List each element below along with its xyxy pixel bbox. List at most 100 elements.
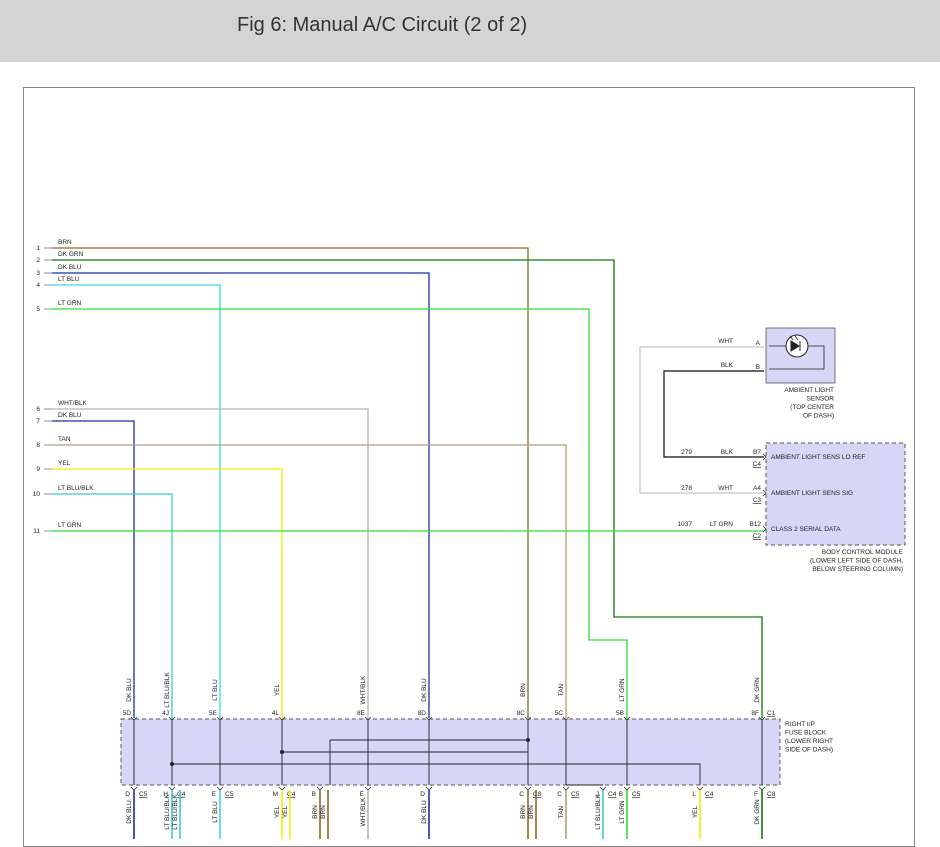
connector-chevron-icon xyxy=(599,786,607,791)
fuse-bottom-pin: E xyxy=(360,791,365,798)
wire-color-label: DK BLU xyxy=(58,412,82,419)
fuse-pin-label: 4L xyxy=(272,710,280,717)
bcm-connector-label: C4 xyxy=(753,461,762,468)
ambient-sensor-name: AMBIENT LIGHT xyxy=(784,387,834,394)
fuse-pin-label: 8E xyxy=(357,710,366,717)
fuse-bottom-connector: C4 xyxy=(608,791,617,798)
bcm-connector-label: C3 xyxy=(753,497,762,504)
fuse-wire-label: LT BLU/BLK xyxy=(164,672,171,708)
wire-blk-279 xyxy=(663,370,764,458)
fuse-wire-label: BRN xyxy=(520,683,527,697)
connector-chevron-icon xyxy=(130,786,138,791)
fuse-out-wire-label: DK BLU xyxy=(421,800,428,824)
fuse-wire-label: YEL xyxy=(274,683,281,696)
bcm-signal-label: AMBIENT LIGHT SENS SIG xyxy=(771,490,853,497)
fuse-pin-label: 5D xyxy=(123,710,132,717)
wire-dk-blu-3 xyxy=(52,272,430,718)
fuse-out-wire-label: BRN xyxy=(320,805,327,819)
wire-color-label: LT GRN xyxy=(58,300,82,307)
wire-number: 7 xyxy=(36,418,40,425)
fuse-out-wire-label: BRN xyxy=(520,805,527,819)
fuse-out-wire-label: YEL xyxy=(282,805,289,818)
bcm-signal-label: AMBIENT LIGHT SENS LO REF xyxy=(771,454,865,461)
fuse-pin-label: 4J xyxy=(162,710,169,717)
bcm-pin-label: B12 xyxy=(749,521,761,528)
connector-chevron-icon xyxy=(623,786,631,791)
bcm-circuit-number: 1037 xyxy=(678,521,693,528)
wire-number: 8 xyxy=(36,442,40,449)
connector-chevron-icon xyxy=(562,786,570,791)
fuse-bottom-connector: C4 xyxy=(287,791,296,798)
fuse-out-wire-label: YEL xyxy=(692,805,699,818)
sensor-pin-label: A xyxy=(756,340,761,347)
fuse-block-name: (LOWER RIGHT xyxy=(785,738,833,745)
fuse-pin-label: 5E xyxy=(209,710,218,717)
fuse-bottom-connector: C4 xyxy=(705,791,714,798)
wire-dk-grn-2 xyxy=(52,259,763,718)
fuse-wire-label: LT GRN xyxy=(619,678,626,702)
fuse-bottom-pin: F xyxy=(754,791,758,798)
fuse-connector-label: C1 xyxy=(767,710,776,717)
bcm-name: (LOWER LEFT SIDE OF DASH, xyxy=(810,558,903,565)
wire-color-label: WHT/BLK xyxy=(58,400,88,407)
fuse-out-wire-label: LT BLU xyxy=(212,801,219,823)
bcm-circuit-number: 278 xyxy=(681,485,692,492)
fuse-bottom-pin: D xyxy=(125,791,130,798)
ambient-sensor-name: SENSOR xyxy=(807,396,835,403)
fuse-wire-label: TAN xyxy=(558,683,565,696)
fuse-wire-label: DK BLU xyxy=(126,678,133,702)
fuse-out-wire-label: LT GRN xyxy=(619,800,626,824)
fuse-bottom-connector: C5 xyxy=(225,791,234,798)
fuse-pin-label: 8C xyxy=(517,710,526,717)
wire-wht-278 xyxy=(639,346,764,494)
bcm-signal-label: CLASS 2 SERIAL DATA xyxy=(771,526,841,533)
connector-chevron-icon xyxy=(524,786,532,791)
sensor-wire-label: WHT xyxy=(718,338,733,345)
sensor-wire-label: BLK xyxy=(721,362,734,369)
fuse-wire-label: DK GRN xyxy=(754,677,761,703)
wire-number: 10 xyxy=(33,491,41,498)
fuse-wire-label: DK BLU xyxy=(421,678,428,702)
bcm-wire-label: BLK xyxy=(721,449,734,456)
wire-wht-blk-6 xyxy=(52,408,369,718)
fuse-out-wire-label: LT BLU/BLK xyxy=(172,794,179,830)
bcm-circuit-number: 279 xyxy=(681,449,692,456)
wire-number: 3 xyxy=(36,270,40,277)
wire-color-label: LT BLU/BLK xyxy=(58,485,94,492)
ambient-sensor-name: OF DASH) xyxy=(803,413,834,420)
fuse-bottom-connector: C5 xyxy=(632,791,641,798)
wire-number: 11 xyxy=(33,528,40,535)
fuse-block-name: SIDE OF DASH) xyxy=(785,747,833,754)
wire-color-label: BRN xyxy=(58,239,72,246)
wire-tan-8 xyxy=(52,444,567,718)
wire-number: 2 xyxy=(36,257,40,264)
wire-color-label: TAN xyxy=(58,436,71,443)
bcm-name: BELOW STEERING COLUMN) xyxy=(812,566,903,573)
ambient-sensor-name: (TOP CENTER xyxy=(790,404,834,411)
fuse-bottom-pin: E xyxy=(212,791,217,798)
fuse-bottom-pin: L xyxy=(692,791,696,798)
fuse-bottom-pin: B xyxy=(312,791,316,798)
wire-lt-grn-5 xyxy=(52,308,628,718)
wire-color-label: LT GRN xyxy=(58,522,82,529)
fuse-bottom-pin: C xyxy=(519,791,524,798)
wire-brn-1 xyxy=(52,247,529,718)
bcm-pin-label: B7 xyxy=(753,449,761,456)
connector-chevron-icon xyxy=(696,786,704,791)
fuse-pin-label: 8F xyxy=(751,710,759,717)
connector-chevron-icon xyxy=(425,786,433,791)
fuse-block-name: FUSE BLOCK xyxy=(785,730,827,737)
fuse-pin-label: 8D xyxy=(418,710,427,717)
bcm-pin-label: A4 xyxy=(753,485,761,492)
fuse-pin-label: 5B xyxy=(616,710,624,717)
connector-chevron-icon xyxy=(364,786,372,791)
wire-number: 1 xyxy=(36,245,40,252)
fuse-bottom-connector: C5 xyxy=(139,791,148,798)
bcm-connector-label: C2 xyxy=(753,533,762,540)
fuse-pin-label: 5C xyxy=(555,710,564,717)
bcm-name: BODY CONTROL MODULE xyxy=(822,549,904,556)
fuse-wire-label: LT BLU xyxy=(212,679,219,701)
fuse-out-wire-label: BRN xyxy=(312,805,319,819)
fuse-wire-label: WHT/BLK xyxy=(360,675,367,705)
connector-chevron-icon xyxy=(758,786,766,791)
